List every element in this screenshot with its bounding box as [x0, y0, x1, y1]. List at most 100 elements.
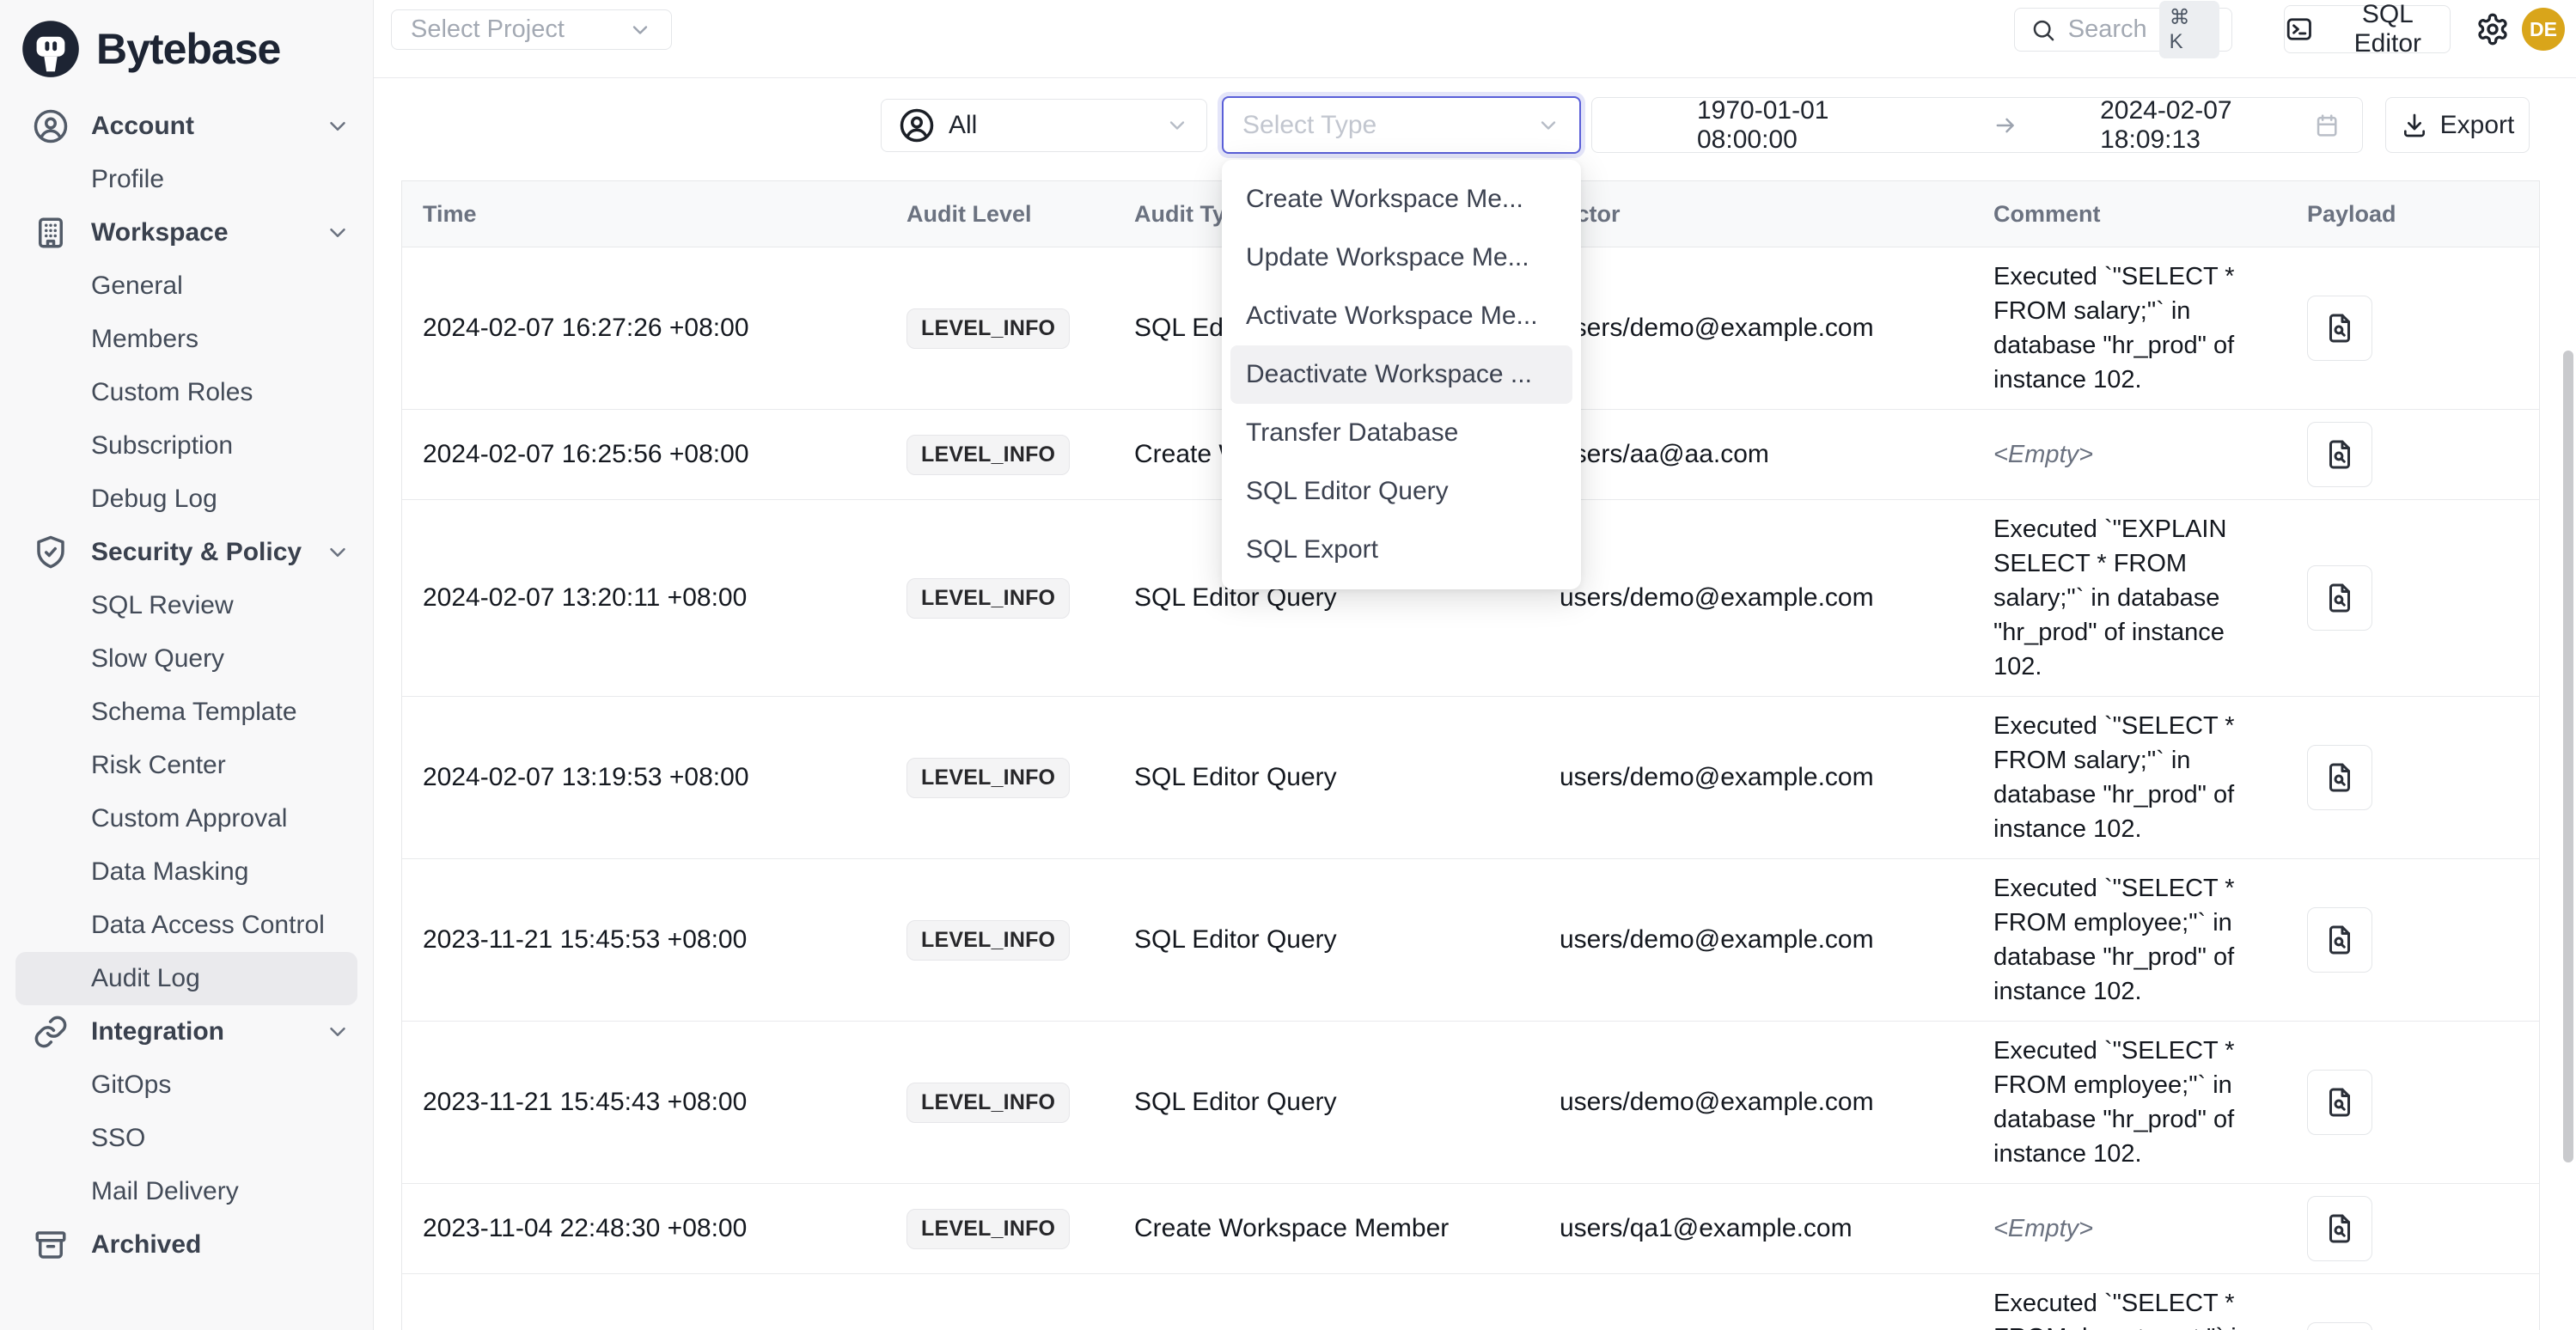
file-search-icon: [2324, 1087, 2355, 1118]
payload-view-button[interactable]: [2307, 1070, 2372, 1135]
date-start-value[interactable]: 1970-01-01 08:00:00: [1697, 96, 1911, 155]
sidebar-item-data-masking[interactable]: Data Masking: [0, 845, 373, 899]
sidebar-item-label: Custom Approval: [91, 804, 287, 833]
sidebar-item-custom-roles[interactable]: Custom Roles: [0, 366, 373, 419]
avatar[interactable]: DE: [2522, 8, 2565, 51]
select-project-label: Select Project: [411, 15, 565, 44]
gear-icon[interactable]: [2475, 12, 2510, 46]
chevron-down-icon: [325, 113, 351, 139]
payload-view-button[interactable]: [2307, 1196, 2372, 1261]
sidebar-item-data-access-control[interactable]: Data Access Control: [0, 899, 373, 952]
sidebar-item-label: Archived: [91, 1230, 201, 1260]
table-row: 2023-11-21 15:45:53 +08:00 LEVEL_INFO SQ…: [402, 859, 2539, 1022]
brand-name: Bytebase: [96, 24, 280, 74]
sidebar-item-mail-delivery[interactable]: Mail Delivery: [0, 1165, 373, 1218]
sidebar-item-sql-review[interactable]: SQL Review: [0, 579, 373, 632]
vertical-scrollbar[interactable]: [2563, 351, 2573, 1162]
sidebar-item-label: Audit Log: [91, 964, 200, 993]
search-placeholder: Search: [2068, 15, 2147, 44]
cell-actor: users/qa1@example.com: [1560, 1214, 1853, 1243]
sidebar-item-account[interactable]: Account: [0, 100, 373, 153]
menu-item-create-workspace-me[interactable]: Create Workspace Me...: [1222, 170, 1581, 229]
archive-icon: [33, 1227, 69, 1263]
search-shortcut-badge: ⌘ K: [2159, 1, 2219, 58]
sidebar-item-label: Subscription: [91, 431, 233, 461]
export-label: Export: [2440, 111, 2515, 140]
sidebar-item-sso[interactable]: SSO: [0, 1112, 373, 1165]
sidebar-item-label: Profile: [91, 165, 164, 194]
sidebar-item-audit-log[interactable]: Audit Log: [15, 952, 357, 1005]
cell-comment: Executed `"SELECT * FROM salary;"` in da…: [1993, 709, 2266, 846]
sidebar-item-label: Data Masking: [91, 857, 248, 887]
cell-audit-type: SQL Editor Query: [1134, 1088, 1337, 1117]
sidebar-item-debug-log[interactable]: Debug Log: [0, 473, 373, 526]
sidebar-item-integration[interactable]: Integration: [0, 1005, 373, 1059]
menu-item-activate-workspace-me[interactable]: Activate Workspace Me...: [1222, 287, 1581, 345]
cell-audit-type: SQL Editor Query: [1134, 925, 1337, 955]
sql-editor-label: SQL Editor: [2326, 0, 2450, 58]
actor-filter-dropdown[interactable]: All: [881, 99, 1207, 152]
bytebase-logo[interactable]: Bytebase: [0, 0, 373, 95]
file-search-icon: [2324, 439, 2355, 470]
chevron-down-icon: [325, 220, 351, 246]
date-end-value[interactable]: 2024-02-07 18:09:13: [2100, 96, 2314, 155]
menu-item-update-workspace-me[interactable]: Update Workspace Me...: [1222, 229, 1581, 287]
menu-item-transfer-database[interactable]: Transfer Database: [1222, 404, 1581, 462]
audit-level-badge: LEVEL_INFO: [906, 308, 1070, 349]
topbar: Select Project Search ⌘ K SQL Editor DE: [374, 0, 2576, 78]
date-range-picker[interactable]: 1970-01-01 08:00:00 2024-02-07 18:09:13: [1591, 97, 2363, 153]
sidebar-item-label: Security & Policy: [91, 538, 302, 567]
file-search-icon: [2324, 762, 2355, 793]
type-filter-dropdown[interactable]: Select Type: [1222, 96, 1581, 154]
cell-comment: Executed `"SELECT * FROM department;"` i…: [1993, 1286, 2266, 1330]
sidebar-item-label: Workspace: [91, 218, 229, 247]
sidebar-item-members[interactable]: Members: [0, 313, 373, 366]
sidebar-item-security-policy[interactable]: Security & Policy: [0, 526, 373, 579]
sidebar-item-label: Slow Query: [91, 644, 224, 674]
sidebar-item-workspace[interactable]: Workspace: [0, 206, 373, 259]
audit-level-badge: LEVEL_INFO: [906, 435, 1070, 475]
sidebar-item-schema-template[interactable]: Schema Template: [0, 686, 373, 739]
audit-level-badge: LEVEL_INFO: [906, 1083, 1070, 1123]
cell-actor: users/demo@example.com: [1560, 583, 1874, 613]
building-icon: [33, 215, 69, 251]
terminal-icon: [2285, 15, 2314, 44]
chevron-down-icon: [1536, 113, 1560, 137]
export-button[interactable]: Export: [2385, 97, 2530, 153]
sidebar-item-gitops[interactable]: GitOps: [0, 1059, 373, 1112]
cell-comment: Executed `"SELECT * FROM salary;"` in da…: [1993, 259, 2266, 397]
audit-level-badge: LEVEL_INFO: [906, 578, 1070, 619]
payload-view-button[interactable]: [2307, 745, 2372, 810]
sidebar-item-label: GitOps: [91, 1071, 171, 1100]
cell-comment: <Empty>: [1993, 1211, 2093, 1246]
menu-item-sql-export[interactable]: SQL Export: [1222, 521, 1581, 579]
column-header-actor: Actor: [1539, 181, 1973, 247]
sidebar-item-general[interactable]: General: [0, 259, 373, 313]
sql-editor-button[interactable]: SQL Editor: [2284, 5, 2451, 53]
payload-view-button[interactable]: [2307, 565, 2372, 631]
cell-audit-type: Create Workspace Member: [1134, 1214, 1449, 1243]
payload-view-button[interactable]: [2307, 907, 2372, 973]
table-row: 2023-11-21 15:45:43 +08:00 LEVEL_INFO SQ…: [402, 1022, 2539, 1184]
chevron-down-icon: [1165, 113, 1189, 137]
cell-time: 2023-11-21 15:45:53 +08:00: [423, 925, 747, 955]
sidebar-item-label: Schema Template: [91, 698, 297, 727]
select-project-dropdown[interactable]: Select Project: [391, 9, 672, 50]
sidebar-item-archived[interactable]: Archived: [0, 1218, 373, 1272]
bytebase-logo-icon: [21, 19, 81, 79]
cell-time: 2023-11-21 15:45:43 +08:00: [423, 1088, 747, 1117]
column-header-comment: Comment: [1973, 181, 2286, 247]
sidebar: Bytebase Account Profile Workspace Gener…: [0, 0, 374, 1330]
sidebar-item-subscription[interactable]: Subscription: [0, 419, 373, 473]
payload-view-button[interactable]: [2307, 422, 2372, 487]
sidebar-item-slow-query[interactable]: Slow Query: [0, 632, 373, 686]
menu-item-deactivate-workspace[interactable]: Deactivate Workspace ...: [1230, 345, 1572, 404]
search-input[interactable]: Search ⌘ K: [2014, 8, 2232, 52]
sidebar-item-risk-center[interactable]: Risk Center: [0, 739, 373, 792]
sidebar-item-profile[interactable]: Profile: [0, 153, 373, 206]
payload-view-button[interactable]: [2307, 1322, 2372, 1330]
cell-time: 2024-02-07 16:27:26 +08:00: [423, 314, 749, 343]
sidebar-item-custom-approval[interactable]: Custom Approval: [0, 792, 373, 845]
payload-view-button[interactable]: [2307, 296, 2372, 361]
menu-item-sql-editor-query[interactable]: SQL Editor Query: [1222, 462, 1581, 521]
